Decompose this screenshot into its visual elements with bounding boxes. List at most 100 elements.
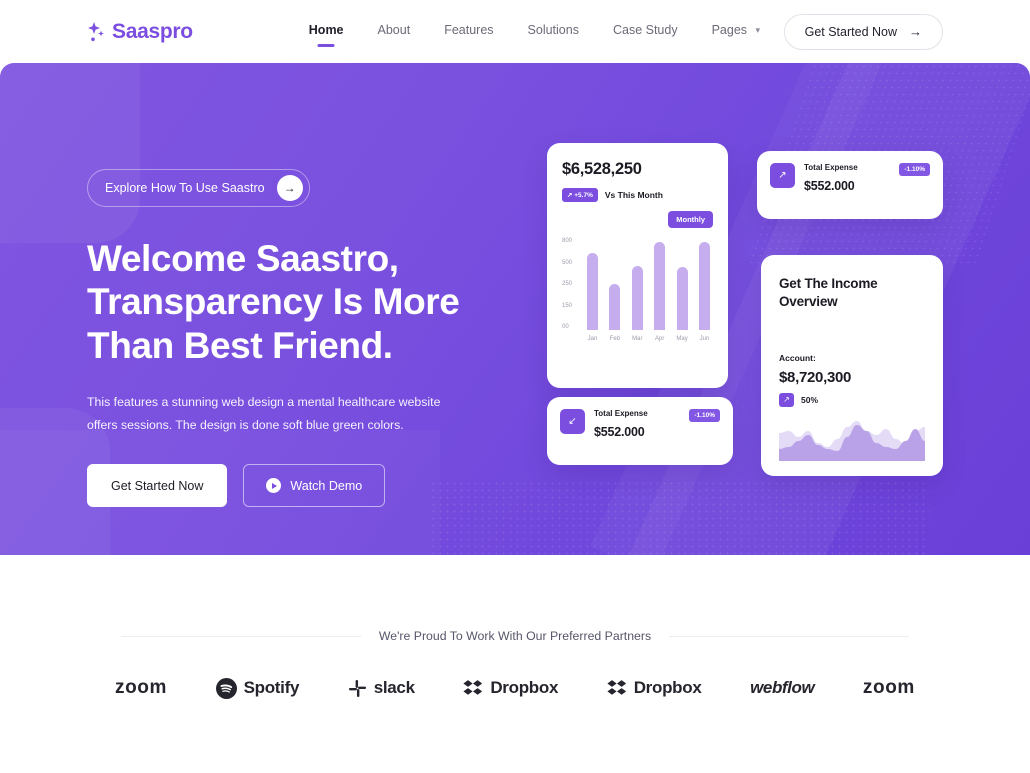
nav-get-started-label: Get Started Now bbox=[804, 24, 897, 39]
bar-apr bbox=[654, 242, 666, 330]
total-expense-value: $552.000 bbox=[594, 425, 645, 439]
partner-logo-zoom-2[interactable]: zoom bbox=[863, 677, 915, 699]
x-tick-jun: Jun bbox=[699, 336, 710, 342]
nav-item-case-study-label: Case Study bbox=[612, 23, 678, 37]
arrow-right-icon: → bbox=[909, 24, 922, 39]
revenue-change-label: Vs This Month bbox=[604, 190, 663, 200]
bar-column: Jun bbox=[698, 238, 710, 342]
chevron-down-icon: ▾ bbox=[755, 25, 761, 35]
partner-logo-zoom[interactable]: zoom bbox=[115, 677, 167, 699]
nav-item-case-study[interactable]: Case Study bbox=[613, 23, 678, 40]
nav-item-solutions-label: Solutions bbox=[527, 23, 579, 37]
dropbox-icon bbox=[607, 679, 626, 695]
nav-get-started-button[interactable]: Get Started Now → bbox=[783, 13, 943, 50]
divider-right bbox=[669, 635, 910, 637]
hero-title-line-2: Transparency Is More bbox=[87, 281, 460, 323]
bar-column: May bbox=[676, 238, 688, 342]
watch-demo-label: Watch Demo bbox=[290, 478, 363, 493]
total-expense-badge: -1.10% bbox=[689, 409, 720, 422]
nav-item-solutions[interactable]: Solutions bbox=[528, 23, 579, 40]
total-expense-label: Total Expense bbox=[594, 409, 648, 418]
income-overview-card: Get The Income Overview Account: $8,720,… bbox=[761, 255, 943, 476]
y-tick-0: 800 bbox=[562, 238, 573, 244]
hero-subtitle: This features a stunning web design a me… bbox=[87, 394, 441, 432]
partner-logo-spotify[interactable]: Spotify bbox=[215, 677, 300, 699]
hero-get-started-button[interactable]: Get Started Now bbox=[87, 464, 228, 508]
nav-item-about-label: About bbox=[377, 23, 411, 37]
navbar: Saaspro Home About Features Solutions Ca… bbox=[0, 0, 1030, 63]
play-icon bbox=[266, 478, 282, 494]
x-tick-may: May bbox=[676, 336, 688, 342]
account-label: Account: bbox=[779, 352, 816, 363]
total-expense-label: Total Expense bbox=[804, 163, 858, 172]
x-tick-mar: Mar bbox=[632, 336, 643, 342]
x-tick-jan: Jan bbox=[587, 336, 598, 342]
total-expense-value: $552.000 bbox=[804, 179, 855, 193]
bar-may bbox=[676, 267, 688, 330]
partners-title: We're Proud To Work With Our Preferred P… bbox=[378, 629, 652, 643]
sparkle-icon bbox=[88, 21, 104, 41]
partner-logo-dropbox[interactable]: Dropbox bbox=[463, 678, 558, 698]
dashboard-preview: $6,528,250 ↗ +5.7% Vs This Month Monthly… bbox=[547, 63, 943, 555]
nav-item-pages-label: Pages bbox=[711, 23, 748, 37]
bar-feb bbox=[609, 284, 621, 330]
partner-logo-dropbox-label: Dropbox bbox=[490, 678, 559, 697]
nav-item-features-label: Features bbox=[444, 23, 494, 37]
hero-title-line-3: Than Best Friend. bbox=[87, 324, 393, 366]
partner-logo-dropbox-2-label: Dropbox bbox=[633, 678, 702, 697]
hero-section: Explore How To Use Saastro → Welcome Saa… bbox=[0, 63, 1030, 555]
arrow-right-icon: → bbox=[276, 175, 303, 201]
y-tick-2: 250 bbox=[562, 281, 573, 287]
watch-demo-button[interactable]: Watch Demo bbox=[243, 464, 386, 508]
slack-icon bbox=[348, 679, 366, 697]
bar-jun bbox=[698, 242, 710, 330]
chart-y-axis: 800 500 250 150 00 bbox=[562, 238, 584, 343]
period-selector-monthly[interactable]: Monthly bbox=[668, 211, 713, 228]
partners-section: We're Proud To Work With Our Preferred P… bbox=[0, 555, 1030, 773]
brand-name: Saaspro bbox=[112, 19, 193, 43]
partner-logo-slack[interactable]: slack bbox=[348, 678, 415, 698]
arrow-down-left-icon: ↙ bbox=[560, 409, 585, 434]
total-expense-card-top: ↗ Total Expense $552.000 -1.10% bbox=[757, 151, 943, 219]
arrow-up-right-icon: ↗ bbox=[779, 392, 794, 407]
partner-logos: zoom Spotify slack Dropbox Dropbox webfl… bbox=[87, 677, 943, 699]
explore-pill-button[interactable]: Explore How To Use Saastro → bbox=[87, 169, 310, 207]
nav-item-pages[interactable]: Pages ▾ bbox=[712, 23, 760, 40]
bar-mar bbox=[631, 266, 643, 330]
total-expense-card-bottom: ↙ Total Expense $552.000 -1.10% bbox=[547, 397, 733, 465]
x-tick-feb: Feb bbox=[609, 336, 621, 342]
y-tick-4: 00 bbox=[562, 324, 569, 330]
hero-title-line-1: Welcome Saastro, bbox=[87, 238, 399, 279]
total-expense-badge: -1.10% bbox=[899, 163, 930, 176]
hero-actions: Get Started Now Watch Demo bbox=[87, 464, 517, 508]
bar-column: Jan bbox=[587, 238, 598, 342]
y-tick-3: 150 bbox=[562, 302, 573, 309]
bar-column: Feb bbox=[609, 238, 621, 342]
partner-logo-dropbox-2[interactable]: Dropbox bbox=[607, 678, 702, 698]
nav-item-home[interactable]: Home bbox=[309, 23, 344, 40]
partner-logo-webflow[interactable]: webflow bbox=[750, 678, 815, 698]
brand-logo[interactable]: Saaspro bbox=[87, 20, 193, 44]
revenue-amount: $6,528,250 bbox=[562, 160, 642, 178]
y-tick-1: 500 bbox=[562, 259, 573, 266]
nav-item-features[interactable]: Features bbox=[444, 23, 493, 40]
x-tick-apr: Apr bbox=[655, 336, 665, 342]
partner-logo-zoom-label: zoom bbox=[115, 677, 168, 698]
nav-item-about[interactable]: About bbox=[378, 23, 411, 40]
chart-bars: Jan Feb Mar Apr May Jun bbox=[584, 238, 713, 343]
revenue-chart-card: $6,528,250 ↗ +5.7% Vs This Month Monthly… bbox=[547, 143, 728, 388]
bar-column: Mar bbox=[631, 238, 643, 342]
hero-content: Explore How To Use Saastro → Welcome Saa… bbox=[87, 63, 517, 555]
revenue-change-badge: ↗ +5.7% bbox=[562, 188, 598, 202]
page-title: Welcome Saastro, Transparency Is More Th… bbox=[87, 237, 517, 367]
bar-chart: 800 500 250 150 00 Jan Feb Mar Apr May Jun bbox=[562, 238, 713, 343]
partner-logo-slack-label: slack bbox=[373, 678, 415, 697]
bar-jan bbox=[587, 252, 598, 330]
nav-links: Home About Features Solutions Case Study… bbox=[309, 23, 760, 40]
partner-logo-webflow-label: webflow bbox=[750, 678, 815, 697]
income-area-chart bbox=[779, 420, 925, 461]
partner-logo-zoom-2-label: zoom bbox=[862, 677, 915, 698]
income-overview-title: Get The Income Overview bbox=[779, 276, 878, 309]
partner-logo-spotify-label: Spotify bbox=[243, 678, 300, 697]
arrow-up-right-icon: ↗ bbox=[770, 163, 795, 188]
